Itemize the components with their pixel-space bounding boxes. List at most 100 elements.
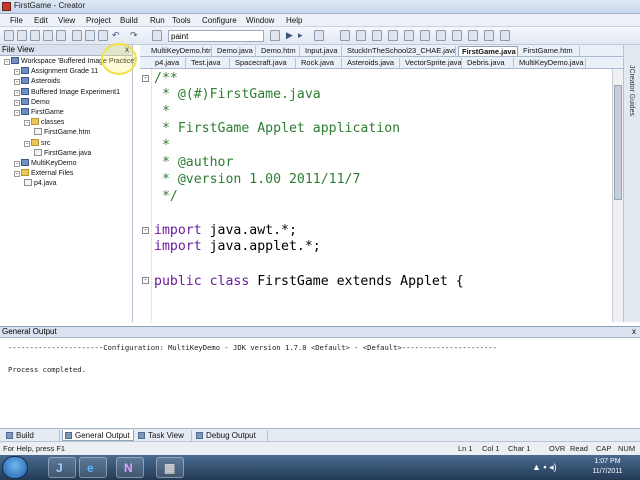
editor-vertical-scrollbar[interactable] — [612, 69, 623, 322]
tree-item[interactable]: - Asteroids — [14, 77, 60, 87]
save-icon[interactable] — [43, 30, 53, 41]
tree-item[interactable]: p4.java — [24, 179, 57, 189]
editor-tab[interactable]: StuckInTheSchool23_CHAE.java — [344, 46, 456, 56]
expand-toggle-icon[interactable]: - — [14, 89, 20, 96]
output-tab[interactable]: Build Output — [4, 430, 60, 451]
editor-tab[interactable]: Input.java — [302, 46, 342, 56]
expand-toggle-icon[interactable]: - — [14, 161, 20, 167]
expand-toggle-icon[interactable]: - — [14, 79, 20, 86]
fold-toggle-icon[interactable]: - — [142, 227, 149, 234]
menu-tools[interactable]: Tools — [172, 16, 191, 25]
expand-toggle-icon[interactable]: - — [24, 120, 30, 127]
find-icon[interactable] — [152, 30, 162, 41]
bookmark-icon[interactable] — [340, 30, 350, 41]
fold-toggle-icon[interactable]: - — [142, 277, 149, 284]
tree-item[interactable]: - Buffered Image Experiment1 — [14, 87, 120, 98]
menu-configure[interactable]: Configure — [202, 16, 237, 25]
editor-tab[interactable]: FirstGame.htm — [520, 46, 580, 56]
tree-item[interactable]: FirstGame.java — [34, 148, 91, 159]
expand-toggle-icon[interactable]: - — [24, 140, 30, 147]
expand-toggle-icon[interactable]: - — [14, 110, 20, 116]
output-tab[interactable]: Task View — [136, 430, 192, 441]
close-icon[interactable]: x — [632, 327, 636, 337]
menu-help[interactable]: Help — [286, 16, 302, 25]
goto-icon[interactable] — [468, 30, 478, 41]
editor-tab[interactable]: Asteroids.java — [344, 58, 400, 68]
expand-toggle-icon[interactable]: - — [14, 99, 20, 106]
menu-run[interactable]: Run — [150, 16, 165, 25]
outdent-icon[interactable] — [388, 30, 398, 41]
tree-item[interactable]: FirstGame.htm — [34, 128, 90, 138]
clock[interactable]: 1:07 PM 11/7/2011 — [575, 457, 640, 478]
expand-toggle-icon[interactable]: - — [14, 69, 20, 76]
output-tab[interactable]: Debug Output — [194, 430, 268, 441]
editor-tab[interactable]: Spacecraft.java — [232, 58, 296, 68]
tree-item[interactable]: - MultiKeyDemo — [14, 159, 77, 169]
scrollbar-thumb[interactable] — [614, 85, 622, 200]
expand-toggle-icon[interactable]: - — [4, 59, 10, 65]
menu-view[interactable]: View — [58, 16, 75, 25]
cut-icon[interactable] — [72, 30, 82, 41]
editor-tab[interactable]: VectorSprite.java — [402, 58, 462, 68]
new-project-icon[interactable] — [17, 30, 27, 41]
tree-item[interactable]: - External Files — [14, 169, 73, 179]
window-title: FirstGame - Creator — [14, 1, 86, 10]
editor-gutter: - - - — [140, 69, 152, 322]
tree-item[interactable]: - classes — [24, 118, 64, 128]
window-taskbar-icon[interactable]: ▦ — [156, 457, 184, 478]
editor-tab[interactable]: MultiKeyDemo.java — [516, 58, 586, 68]
editor-tab[interactable]: Debris.java — [464, 58, 514, 68]
internet-explorer-icon: e — [87, 461, 94, 475]
editor-tab[interactable]: p4.java — [152, 58, 186, 68]
build-icon[interactable] — [270, 30, 280, 41]
editor-tab[interactable]: Demo.htm — [258, 46, 300, 56]
window-icon[interactable] — [484, 30, 494, 41]
editor-tab[interactable]: FirstGame.java — [458, 46, 518, 56]
code-token: * — [154, 138, 170, 153]
right-side-panel: JCreator Guides — [623, 45, 640, 322]
comment-icon[interactable] — [404, 30, 414, 41]
menu-file[interactable]: File — [10, 16, 23, 25]
menu-window[interactable]: Window — [246, 16, 274, 25]
editor-tab[interactable]: Test.java — [188, 58, 230, 68]
toggle-bookmark-icon[interactable] — [356, 30, 366, 41]
paste-icon[interactable] — [98, 30, 108, 41]
tree-item[interactable]: - Demo — [14, 97, 50, 108]
tree-item[interactable]: - src — [24, 138, 50, 149]
editor-tab[interactable]: Rock.java — [298, 58, 342, 68]
uncomment-icon[interactable] — [420, 30, 430, 41]
menu-edit[interactable]: Edit — [34, 16, 48, 25]
redo-icon[interactable]: ↷ — [130, 30, 138, 41]
jcreator-taskbar-icon[interactable]: J — [48, 457, 76, 478]
tree-item-label: p4.java — [34, 180, 57, 188]
expand-toggle-icon[interactable]: - — [14, 171, 20, 178]
save-all-icon[interactable] — [56, 30, 66, 41]
run-icon[interactable]: ▶ — [286, 30, 293, 41]
open-icon[interactable] — [30, 30, 40, 41]
tray-icons[interactable]: ▲ ▪ ◂) — [532, 462, 557, 473]
indent-icon[interactable] — [372, 30, 382, 41]
help-icon[interactable] — [500, 30, 510, 41]
editor-tab[interactable]: Demo.java — [214, 46, 256, 56]
output-tab[interactable]: General Output — [62, 430, 134, 441]
onenote-taskbar-icon[interactable]: N — [116, 457, 144, 478]
side-tab-label[interactable]: JCreator Guides — [628, 65, 635, 116]
new-file-icon[interactable] — [4, 30, 14, 41]
copy-icon[interactable] — [85, 30, 95, 41]
tree-item[interactable]: - FirstGame — [14, 108, 64, 118]
back-icon[interactable] — [436, 30, 446, 41]
file-icon — [34, 148, 42, 156]
step-icon[interactable] — [314, 30, 324, 41]
menu-project[interactable]: Project — [86, 16, 111, 25]
menu-build[interactable]: Build — [120, 16, 138, 25]
editor-tab[interactable]: MultiKeyDemo.htm — [148, 46, 212, 56]
function-combo[interactable]: paint — [168, 30, 264, 42]
undo-icon[interactable]: ↶ — [112, 30, 120, 41]
tree-item[interactable]: - Assignment Grade 11 — [14, 67, 98, 77]
code-editor[interactable]: - - - /** * @(#)FirstGame.java * * FirstGa… — [140, 69, 612, 322]
forward-icon[interactable] — [452, 30, 462, 41]
fold-toggle-icon[interactable]: - — [142, 75, 149, 82]
ie-taskbar-icon[interactable]: e — [79, 457, 107, 478]
debug-icon[interactable]: ▸ — [298, 30, 303, 41]
start-button[interactable] — [2, 456, 28, 479]
